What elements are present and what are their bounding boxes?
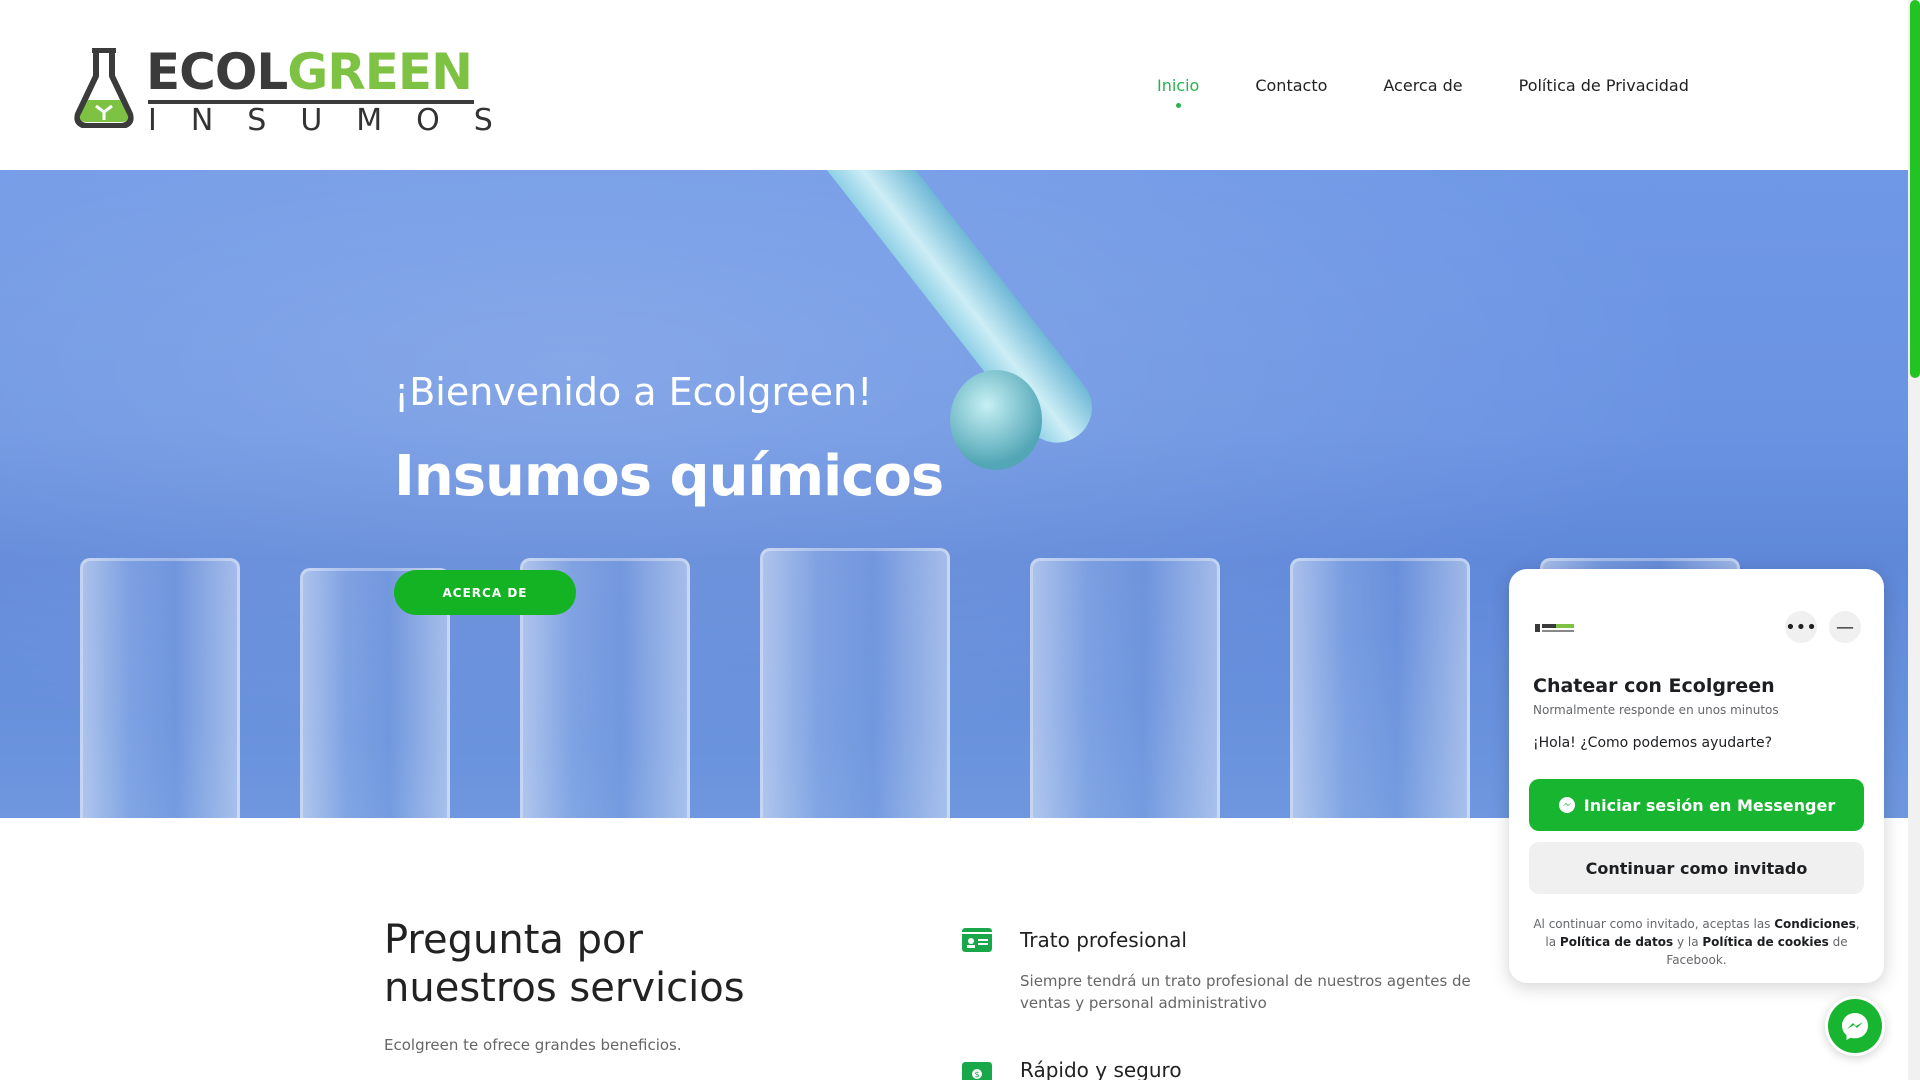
ecolgreen-logo[interactable]: ECOLGREEN INSUMOS (74, 43, 493, 136)
nav-item-politica-privacidad[interactable]: Política de Privacidad (1519, 76, 1689, 95)
feature-title: Trato profesional (1020, 928, 1187, 952)
acerca-de-button[interactable]: ACERCA DE (394, 570, 576, 615)
site-header: ECOLGREEN INSUMOS Inicio Contacto Acerca… (0, 0, 1908, 170)
chat-page-logo (1535, 619, 1577, 632)
logo-subtitle: INSUMOS (148, 103, 527, 138)
test-tube-image (1290, 558, 1470, 818)
messenger-login-button[interactable]: Iniciar sesión en Messenger (1529, 779, 1864, 831)
test-tube-image (1030, 558, 1220, 818)
nav-item-inicio[interactable]: Inicio (1157, 76, 1199, 108)
chat-response-time: Normalmente responde en unos minutos (1533, 703, 1779, 717)
messenger-launcher-button[interactable] (1825, 996, 1885, 1056)
chat-greeting: ¡Hola! ¿Como podemos ayudarte? (1533, 735, 1773, 751)
nav-item-contacto[interactable]: Contacto (1255, 76, 1327, 95)
hero-subtitle: ¡Bienvenido a Ecolgreen! (394, 370, 873, 414)
hero-title: Insumos químicos (394, 444, 944, 509)
services-lead: Ecolgreen te ofrece grandes beneficios. (384, 1036, 682, 1054)
more-dots-icon: ••• (1785, 616, 1817, 638)
feature-title: Rápido y seguro (1020, 1058, 1182, 1080)
nav-item-acerca-de[interactable]: Acerca de (1383, 76, 1462, 95)
continue-as-guest-button[interactable]: Continuar como invitado (1529, 842, 1864, 894)
chat-legal-text: Al continuar como invitado, aceptas las … (1533, 917, 1860, 967)
chat-title: Chatear con Ecolgreen (1533, 675, 1775, 697)
money-icon: $ (962, 1062, 992, 1080)
data-policy-link[interactable]: Política de datos (1560, 935, 1673, 949)
page-scrollbar[interactable] (1908, 0, 1920, 1080)
logo-wordmark: ECOLGREEN (146, 43, 473, 101)
messenger-login-label: Iniciar sesión en Messenger (1583, 795, 1836, 815)
svg-text:$: $ (974, 1070, 979, 1079)
minimize-icon: — (1836, 616, 1854, 638)
messenger-chat-widget: ••• — Chatear con Ecolgreen Normalmente … (1509, 569, 1884, 983)
test-tube-image (760, 548, 950, 818)
messenger-launcher-circle (1828, 999, 1882, 1053)
cookie-policy-link[interactable]: Política de cookies (1702, 935, 1828, 949)
messenger-icon (1842, 1013, 1868, 1040)
messenger-icon (1558, 797, 1575, 813)
minimize-chat-button[interactable]: — (1829, 611, 1861, 643)
droplet-image (950, 370, 1042, 470)
main-nav: Inicio Contacto Acerca de Política de Pr… (1157, 76, 1745, 108)
services-heading: Pregunta por nuestros servicios (384, 917, 745, 1011)
scrollbar-thumb[interactable] (1910, 0, 1920, 378)
more-options-button[interactable]: ••• (1785, 611, 1817, 643)
feature-text: Siempre tendrá un trato profesional de n… (1020, 972, 1471, 1012)
ecolgreen-mini-logo-icon (1535, 624, 1574, 632)
id-card-icon (962, 928, 992, 952)
test-tube-image (80, 558, 240, 818)
terms-link[interactable]: Condiciones (1774, 917, 1856, 931)
flask-icon (74, 48, 134, 128)
